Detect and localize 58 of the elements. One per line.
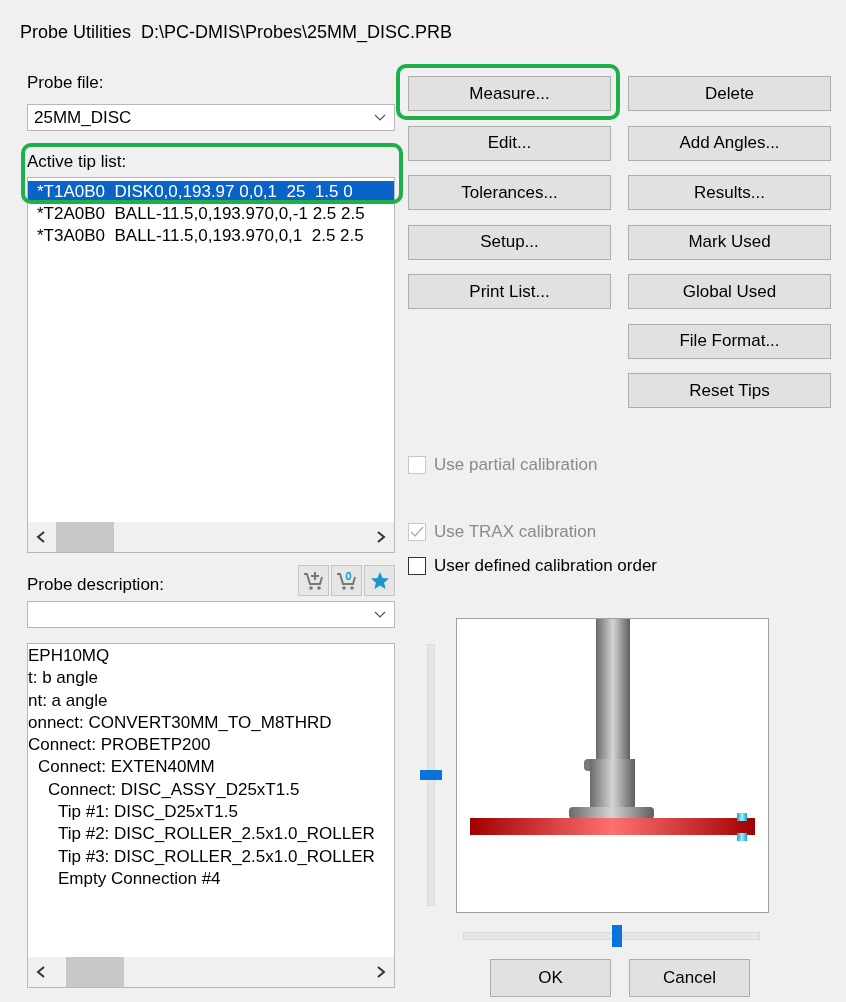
chevron-down-icon — [374, 114, 386, 121]
tree-item[interactable]: Connect: EXTEN40MM — [38, 757, 215, 777]
horizontal-slider[interactable] — [463, 925, 760, 947]
dialog-button[interactable]: Measure... — [408, 76, 611, 111]
tip-list-item[interactable]: *T3A0B0 BALL-11.5,0,193.970,0,1 2.5 2.5 — [28, 225, 394, 247]
horizontal-scrollbar[interactable] — [28, 522, 394, 552]
horizontal-scrollbar[interactable] — [28, 957, 394, 987]
tree-item[interactable]: Tip #3: DISC_ROLLER_2.5x1.0_ROLLER — [58, 846, 375, 866]
tree-item[interactable]: Connect: PROBETP200 — [28, 735, 211, 755]
favorite-button[interactable] — [364, 565, 395, 596]
field-label: Active tip list: — [27, 151, 128, 173]
probe-tree[interactable] — [27, 643, 395, 988]
scroll-right-icon[interactable] — [376, 531, 386, 543]
tree-item[interactable]: onnect: CONVERT30MM_TO_M8THRD — [28, 712, 332, 732]
checkbox-label: User defined calibration order — [434, 556, 657, 576]
probe-file-dropdown[interactable]: 25MM_DISC — [27, 104, 395, 131]
scroll-thumb[interactable] — [66, 957, 124, 987]
tip-list-item[interactable]: *T1A0B0 DISK0,0,193.97 0,0,1 25 1.5 0 — [28, 181, 394, 203]
cart-reset-button[interactable] — [331, 565, 362, 596]
scroll-left-icon[interactable] — [36, 966, 46, 978]
tree-item[interactable]: Tip #2: DISC_ROLLER_2.5x1.0_ROLLER — [58, 824, 375, 844]
dialog-button[interactable]: Setup... — [408, 224, 611, 260]
dialog-button[interactable]: Print List... — [408, 274, 611, 309]
dialog-button[interactable]: Tolerances... — [408, 175, 611, 210]
dialog-button[interactable]: Delete — [628, 76, 831, 111]
tip-list-item[interactable]: *T2A0B0 BALL-11.5,0,193.970,0,-1 2.5 2.5 — [28, 203, 394, 225]
dialog-button[interactable]: Results... — [628, 175, 831, 210]
dialog-button[interactable]: Add Angles... — [628, 125, 831, 161]
tree-item[interactable]: Tip #1: DISC_D25xT1.5 — [58, 802, 238, 822]
star-icon — [369, 570, 390, 591]
scroll-left-icon[interactable] — [36, 531, 46, 543]
scroll-thumb[interactable] — [56, 522, 114, 552]
field-label: Probe description: — [27, 574, 165, 596]
dialog-button[interactable]: Global Used — [628, 274, 831, 309]
chevron-down-icon — [374, 611, 386, 618]
tip-list[interactable]: *T1A0B0 DISK0,0,193.97 0,0,1 25 1.5 0 *T2A0B0 BALL-11.5,0,193.970,0,-1 2.5 2.5 *T3A0B0 BALL-11.5,0,193.970,0,1 2.5 2.5 — [27, 177, 395, 553]
tree-item[interactable]: EPH10MQ — [28, 646, 110, 665]
tree-item[interactable]: nt: a angle — [28, 690, 108, 710]
dialog-button[interactable]: OK — [490, 959, 611, 997]
tree-item[interactable]: Empty Connection #4 — [58, 868, 221, 888]
cart-plus-button[interactable] — [298, 565, 329, 596]
dialog-button[interactable]: Edit... — [408, 125, 611, 161]
field-label: Probe file: — [27, 72, 105, 94]
window-title: Probe Utilities D:\PC-DMIS\Probes\25MM_DISC.PRB — [20, 22, 453, 43]
checkbox-label: Use partial calibration — [434, 455, 598, 475]
checkbox[interactable] — [408, 557, 426, 575]
dialog-button[interactable]: Mark Used — [628, 224, 831, 260]
vertical-slider[interactable] — [420, 644, 442, 906]
checkbox-label: Use TRAX calibration — [434, 522, 597, 542]
scroll-right-icon[interactable] — [376, 966, 386, 978]
dialog-button[interactable]: Cancel — [629, 959, 750, 997]
tree-item[interactable]: t: b angle — [28, 668, 98, 688]
dialog-button[interactable]: Reset Tips — [628, 373, 831, 408]
dialog-button[interactable]: File Format... — [628, 323, 831, 359]
tree-item[interactable]: Connect: DISC_ASSY_D25xT1.5 — [48, 779, 300, 799]
cart-zero-icon — [335, 570, 358, 591]
cart-plus-icon — [302, 570, 325, 591]
description-dropdown[interactable] — [27, 601, 395, 628]
